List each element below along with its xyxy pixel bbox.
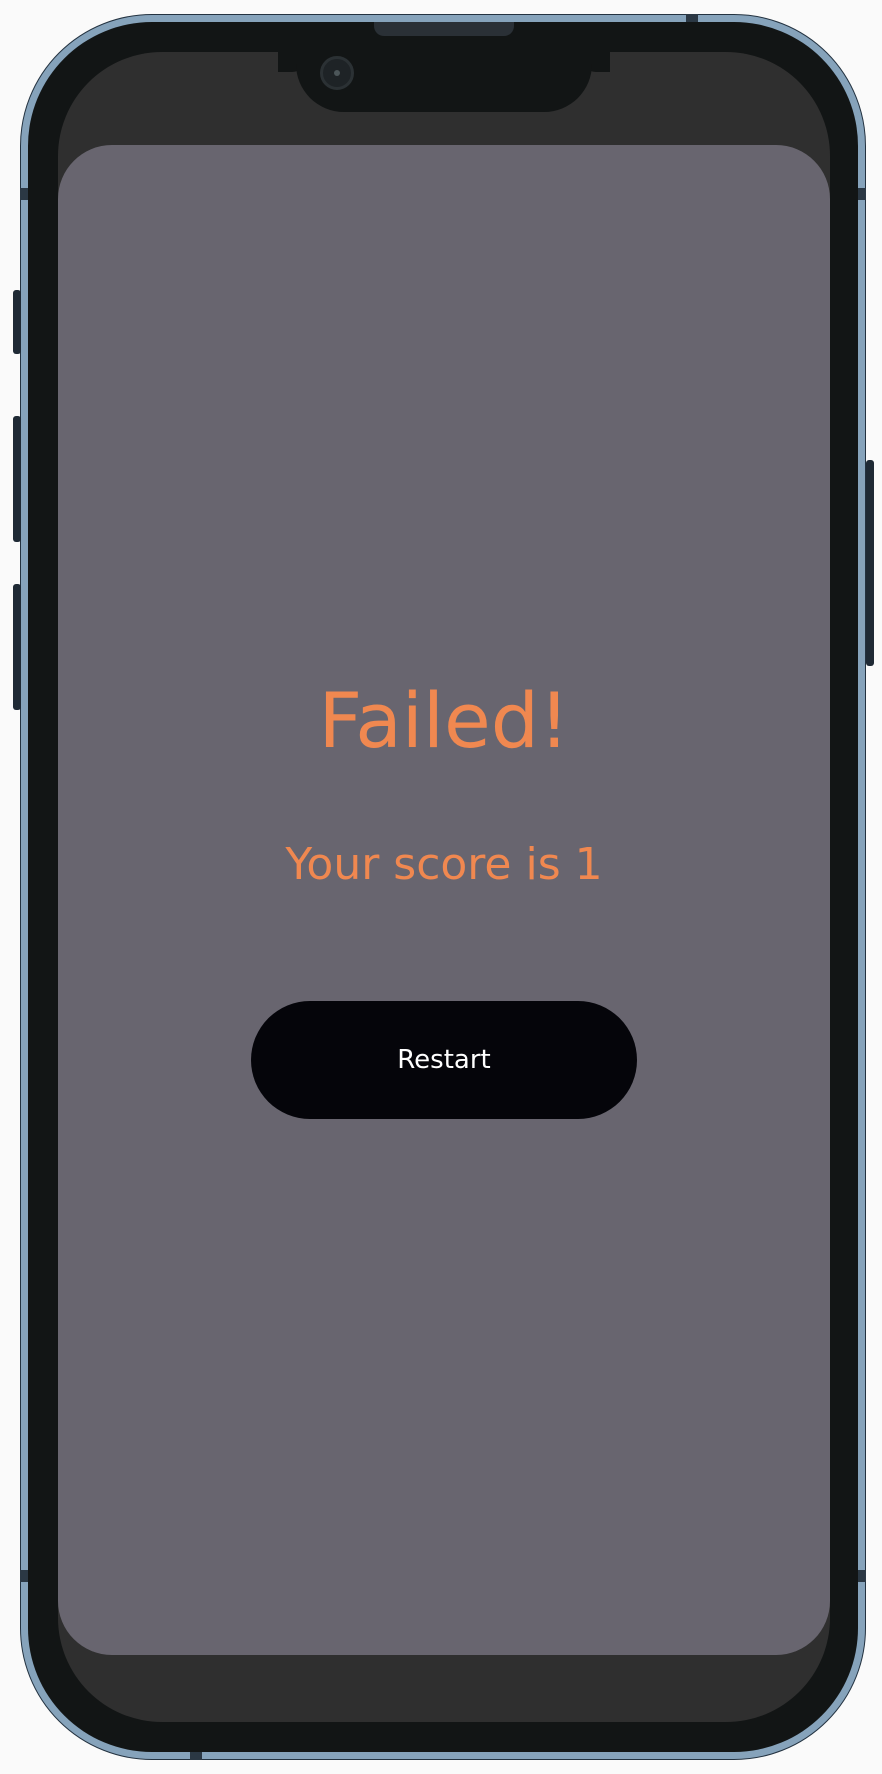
game-over-screen: Failed! Your score is 1 Restart bbox=[58, 145, 830, 1655]
camera-lens bbox=[334, 70, 340, 76]
side-button-volume-up bbox=[13, 416, 21, 542]
score-text: Your score is 1 bbox=[285, 839, 603, 890]
front-camera-icon bbox=[320, 56, 354, 90]
side-button-mute bbox=[13, 290, 21, 354]
failed-title: Failed! bbox=[318, 676, 570, 765]
side-button-volume-down bbox=[13, 584, 21, 710]
restart-button[interactable]: Restart bbox=[251, 1001, 637, 1119]
speaker-grille bbox=[374, 22, 514, 36]
side-button-power bbox=[866, 460, 874, 666]
device-mockup: Failed! Your score is 1 Restart bbox=[0, 0, 882, 1774]
